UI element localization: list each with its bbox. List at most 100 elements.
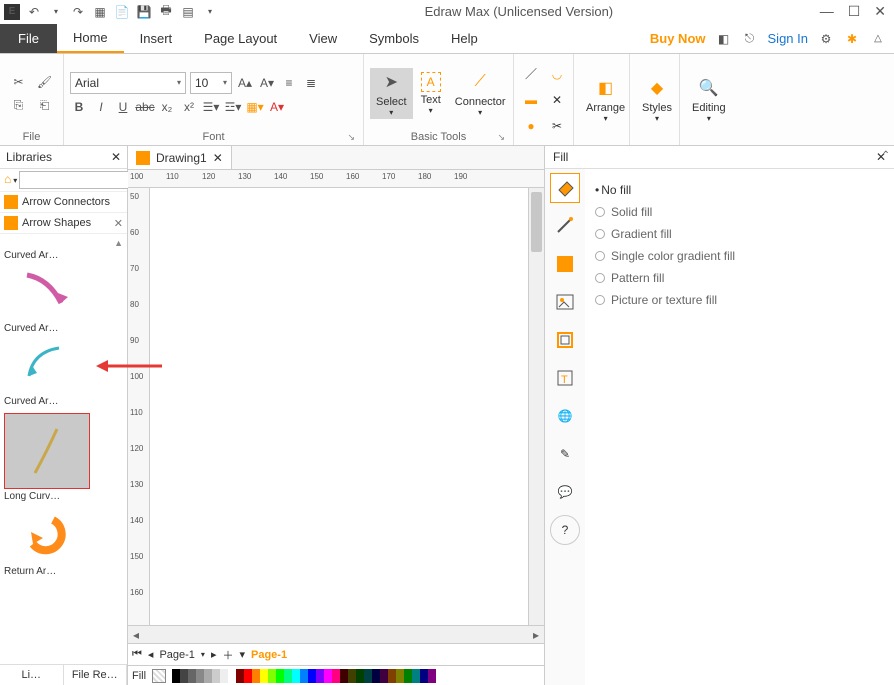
- fill-tab-icon[interactable]: [550, 173, 580, 203]
- scroll-up-icon[interactable]: ▲: [4, 238, 123, 248]
- color-swatch[interactable]: [348, 669, 356, 683]
- cut-icon[interactable]: ⎗: [36, 97, 54, 115]
- shape-curved-arrow-1[interactable]: Curved Ar…: [4, 250, 123, 317]
- strike-icon[interactable]: abc: [136, 98, 154, 116]
- first-page-icon[interactable]: ⏮: [132, 648, 142, 661]
- color-swatch[interactable]: [388, 669, 396, 683]
- styles-button[interactable]: ◆Styles▾: [636, 74, 678, 125]
- sign-in-link[interactable]: Sign In: [768, 31, 808, 46]
- grow-font-icon[interactable]: A▴: [236, 74, 254, 92]
- shape-return-arrow[interactable]: Return Ar…: [4, 508, 123, 577]
- minimize-button[interactable]: —: [820, 3, 834, 20]
- print-icon[interactable]: 🖶: [158, 4, 174, 20]
- shrink-font-icon[interactable]: A▾: [258, 74, 276, 92]
- redo-icon[interactable]: ↷: [70, 4, 86, 20]
- color-swatch[interactable]: [404, 669, 412, 683]
- size-tab-icon[interactable]: [550, 325, 580, 355]
- underline-icon[interactable]: U: [114, 98, 132, 116]
- qat-dropdown-icon[interactable]: ▾: [202, 4, 218, 20]
- color-swatch[interactable]: [308, 669, 316, 683]
- color-swatch[interactable]: [364, 669, 372, 683]
- color-swatch[interactable]: [268, 669, 276, 683]
- horizontal-scrollbar[interactable]: ◂ ▸: [128, 625, 544, 643]
- color-swatch[interactable]: [284, 669, 292, 683]
- no-fill-swatch-icon[interactable]: [152, 669, 166, 683]
- library-category-arrow-connectors[interactable]: Arrow Connectors: [0, 192, 127, 213]
- color-swatch[interactable]: [244, 669, 252, 683]
- tab-insert[interactable]: Insert: [124, 24, 189, 53]
- arc-shape-icon[interactable]: ◡: [546, 63, 568, 85]
- color-swatch[interactable]: [340, 669, 348, 683]
- color-swatch[interactable]: [228, 669, 236, 683]
- color-swatch[interactable]: [172, 669, 180, 683]
- color-swatch[interactable]: [428, 669, 436, 683]
- layer-tab-icon[interactable]: ✎: [550, 439, 580, 469]
- italic-icon[interactable]: I: [92, 98, 110, 116]
- ellipse-shape-icon[interactable]: ●: [520, 115, 542, 137]
- scrollbar-thumb[interactable]: [531, 192, 542, 252]
- shadow-tab-icon[interactable]: [550, 249, 580, 279]
- font-size-combo[interactable]: 10▾: [190, 72, 232, 94]
- feedback-icon[interactable]: ◧: [716, 31, 732, 47]
- buy-now-link[interactable]: Buy Now: [650, 31, 706, 46]
- color-swatch[interactable]: [276, 669, 284, 683]
- fill-option-solid[interactable]: Solid fill: [595, 201, 884, 223]
- help-tab-icon[interactable]: ?: [550, 515, 580, 545]
- arrange-button[interactable]: ◧Arrange▾: [580, 74, 631, 125]
- align-icon[interactable]: ≡: [280, 74, 298, 92]
- next-page-icon[interactable]: ▸: [211, 648, 217, 661]
- color-swatch[interactable]: [316, 669, 324, 683]
- fill-option-pattern[interactable]: Pattern fill: [595, 267, 884, 289]
- close-button[interactable]: ✕: [874, 3, 886, 20]
- fill-option-single-gradient[interactable]: Single color gradient fill: [595, 245, 884, 267]
- numbering-icon[interactable]: ☲▾: [224, 98, 242, 116]
- color-swatch[interactable]: [356, 669, 364, 683]
- dialog-launcher-icon[interactable]: ↘: [347, 132, 355, 143]
- bold-icon[interactable]: B: [70, 98, 88, 116]
- prev-page-icon[interactable]: ◂: [148, 648, 154, 661]
- open-icon[interactable]: 📄: [114, 4, 130, 20]
- paste-icon[interactable]: ✂: [10, 73, 28, 91]
- file-menu[interactable]: File: [0, 24, 57, 53]
- delete-shape-icon[interactable]: ✕: [546, 89, 568, 111]
- add-page-icon[interactable]: ＋: [222, 647, 233, 663]
- shape-curved-arrow-2[interactable]: Curved Ar…: [4, 323, 123, 390]
- chevron-down-icon[interactable]: ▾: [201, 650, 205, 659]
- color-swatch[interactable]: [420, 669, 428, 683]
- text-tab-icon[interactable]: T: [550, 363, 580, 393]
- select-tool-button[interactable]: ➤ Select ▾: [370, 68, 413, 119]
- font-name-combo[interactable]: Arial▾: [70, 72, 186, 94]
- close-tab-icon[interactable]: ✕: [213, 151, 223, 165]
- color-swatch[interactable]: [412, 669, 420, 683]
- color-swatch[interactable]: [260, 669, 268, 683]
- rect-shape-icon[interactable]: ▬: [520, 89, 542, 111]
- chevron-down-icon[interactable]: ▾: [13, 176, 17, 185]
- line-spacing-icon[interactable]: ≣: [302, 74, 320, 92]
- color-swatch[interactable]: [188, 669, 196, 683]
- color-swatch[interactable]: [180, 669, 188, 683]
- shape-long-curved-selected[interactable]: Long Curv…: [4, 413, 123, 502]
- vertical-scrollbar[interactable]: [528, 188, 544, 625]
- tab-symbols[interactable]: Symbols: [353, 24, 435, 53]
- ribbon-collapse-icon[interactable]: △: [870, 31, 886, 47]
- tab-help[interactable]: Help: [435, 24, 494, 53]
- font-color-icon[interactable]: A▾: [268, 98, 286, 116]
- scroll-left-icon[interactable]: ◂: [128, 628, 144, 642]
- library-category-arrow-shapes[interactable]: Arrow Shapes✕: [0, 213, 127, 234]
- settings-gear-icon[interactable]: ⚙: [818, 31, 834, 47]
- footer-tab-libraries[interactable]: Li…: [0, 665, 64, 685]
- color-swatch[interactable]: [220, 669, 228, 683]
- home-icon[interactable]: ⌂: [4, 172, 11, 188]
- copy-icon[interactable]: ⎘: [10, 97, 28, 115]
- editing-button[interactable]: 🔍Editing▾: [686, 74, 732, 125]
- text-tool-button[interactable]: A Text ▾: [415, 70, 447, 117]
- fill-option-none[interactable]: No fill: [595, 179, 884, 201]
- new-doc-icon[interactable]: ▦: [92, 4, 108, 20]
- page-tab-label[interactable]: Page-1: [251, 649, 287, 661]
- picture-tab-icon[interactable]: [550, 287, 580, 317]
- tab-home[interactable]: Home: [57, 24, 124, 53]
- collapse-ribbon-icon[interactable]: ⌃: [882, 150, 890, 161]
- color-swatch[interactable]: [252, 669, 260, 683]
- footer-tab-file-recovery[interactable]: File Re…: [64, 665, 128, 685]
- document-tab-drawing1[interactable]: Drawing1 ✕: [128, 146, 232, 169]
